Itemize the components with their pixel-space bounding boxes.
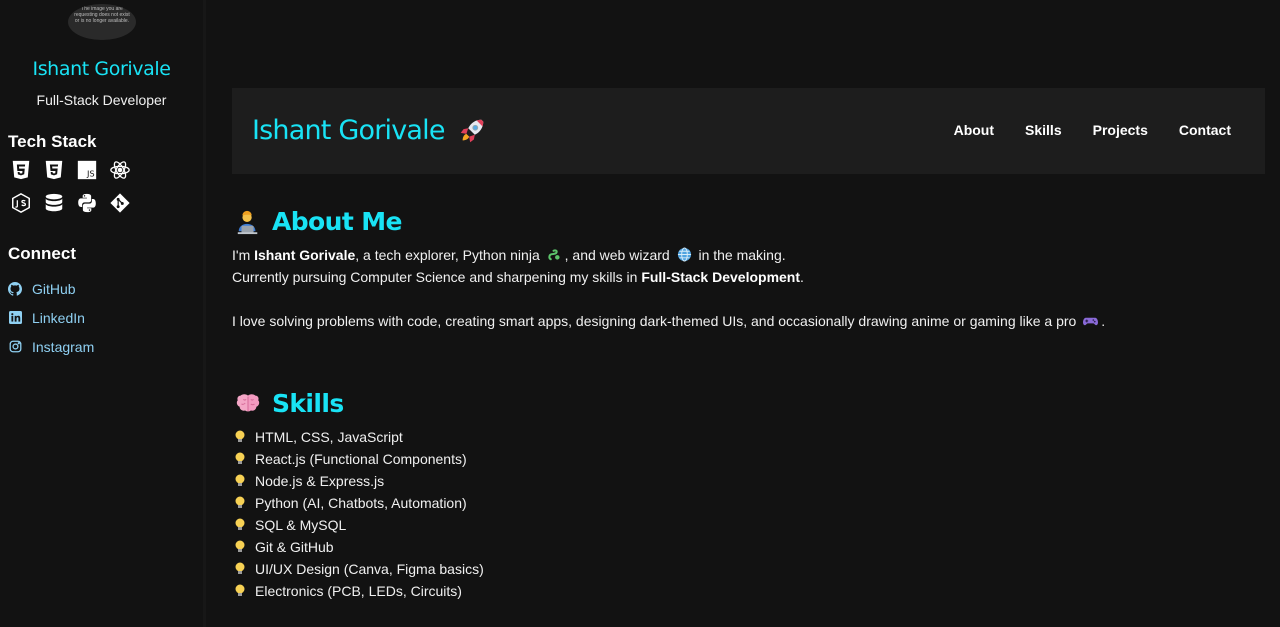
brain-icon <box>234 390 262 418</box>
sidebar-name: Ishant Gorivale <box>32 58 171 80</box>
instagram-link[interactable]: Instagram <box>8 332 94 361</box>
lightbulb-icon <box>235 474 245 486</box>
skill-item: Git & GitHub <box>234 536 484 558</box>
brand-name: Ishant Gorivale <box>252 115 445 146</box>
rocket-icon <box>460 119 483 142</box>
skill-item: HTML, CSS, JavaScript <box>234 426 484 448</box>
skill-item: Node.js & Express.js <box>234 470 484 492</box>
tech-stack-heading: Tech Stack <box>8 132 97 151</box>
avatar-placeholder-text: The image you are requesting does not ex… <box>74 6 130 24</box>
svg-text:JS: JS <box>86 168 95 178</box>
instagram-link-label: Instagram <box>32 338 95 355</box>
sidebar: The image you are requesting does not ex… <box>0 0 206 627</box>
lightbulb-icon <box>235 540 245 552</box>
globe-icon <box>677 247 691 262</box>
skills-title: Skills <box>234 389 344 418</box>
skill-item: Python (AI, Chatbots, Automation) <box>234 492 484 514</box>
skill-item: UI/UX Design (Canva, Figma basics) <box>234 558 484 580</box>
nodejs-icon <box>9 191 33 215</box>
about-text: I'm Ishant Gorivale, a tech explorer, Py… <box>232 244 1232 332</box>
github-link-label: GitHub <box>32 280 76 297</box>
github-icon <box>8 281 22 296</box>
linkedin-link-label: LinkedIn <box>32 309 85 326</box>
nav-skills[interactable]: Skills <box>1025 122 1062 138</box>
lightbulb-icon <box>235 430 245 442</box>
lightbulb-icon <box>235 452 245 464</box>
html5-icon <box>9 158 33 182</box>
lightbulb-icon <box>235 562 245 574</box>
about-name: Ishant Gorivale <box>254 247 356 263</box>
lightbulb-icon <box>235 496 245 508</box>
lightbulb-icon <box>235 584 245 596</box>
skills-title-text: Skills <box>272 389 344 418</box>
css3-icon <box>42 158 66 182</box>
connect-heading: Connect <box>8 244 76 263</box>
nav-contact[interactable]: Contact <box>1179 122 1231 138</box>
linkedin-icon <box>8 311 22 325</box>
javascript-icon: JS <box>75 158 99 182</box>
database-icon <box>42 191 66 215</box>
about-line-1: I'm Ishant Gorivale, a tech explorer, Py… <box>232 247 786 263</box>
top-header: Ishant Gorivale About Skills Projects Co… <box>232 88 1265 174</box>
nav-about[interactable]: About <box>954 122 994 138</box>
github-link[interactable]: GitHub <box>8 274 94 303</box>
skills-list: HTML, CSS, JavaScript React.js (Function… <box>234 426 484 602</box>
tech-stack-grid: JS <box>9 158 139 224</box>
brand[interactable]: Ishant Gorivale <box>252 115 487 146</box>
about-title-text: About Me <box>272 207 403 236</box>
connect-links: GitHub LinkedIn Instagram <box>8 274 94 361</box>
sidebar-role: Full-Stack Developer <box>36 92 167 108</box>
technologist-icon <box>234 208 262 236</box>
skill-item: Electronics (PCB, LEDs, Circuits) <box>234 580 484 602</box>
skill-item: React.js (Functional Components) <box>234 448 484 470</box>
about-line-2: Currently pursuing Computer Science and … <box>232 269 804 285</box>
linkedin-link[interactable]: LinkedIn <box>8 303 94 332</box>
about-title: About Me <box>234 207 403 236</box>
git-icon <box>108 191 132 215</box>
game-controller-icon <box>1083 317 1099 326</box>
about-focus: Full-Stack Development <box>641 269 801 285</box>
snake-icon <box>547 249 560 261</box>
about-line-3: I love solving problems with code, creat… <box>232 313 1106 329</box>
instagram-icon <box>8 340 22 354</box>
nav-projects[interactable]: Projects <box>1093 122 1148 138</box>
python-icon <box>75 191 99 215</box>
main-nav: About Skills Projects Contact <box>954 122 1231 138</box>
lightbulb-icon <box>235 518 245 530</box>
avatar: The image you are requesting does not ex… <box>68 4 136 40</box>
skill-item: SQL & MySQL <box>234 514 484 536</box>
react-icon <box>108 158 132 182</box>
